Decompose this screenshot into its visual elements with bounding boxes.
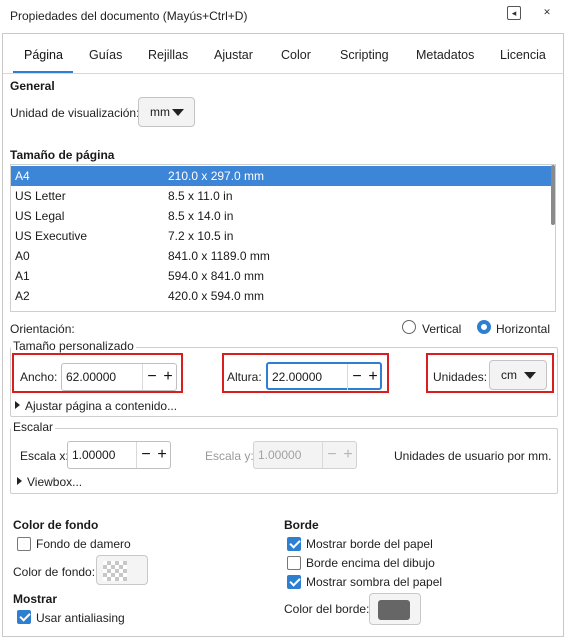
expander-arrow-icon bbox=[15, 401, 20, 409]
user-units-label: Unidades de usuario por mm. bbox=[394, 449, 552, 463]
list-item[interactable]: A2 420.0 x 594.0 mm bbox=[11, 286, 555, 306]
units-value: cm bbox=[501, 368, 517, 382]
chevron-down-icon bbox=[172, 109, 184, 116]
border-color-label: Color del borde: bbox=[284, 602, 370, 616]
vertical-label: Vertical bbox=[422, 322, 462, 336]
tab-licencia[interactable]: Licencia bbox=[500, 48, 546, 62]
list-item[interactable]: A4 210.0 x 297.0 mm bbox=[11, 166, 555, 186]
scale-x-label: Escala x: bbox=[20, 449, 69, 463]
tab-bar: Página Guías Rejillas Ajustar Color Scri… bbox=[3, 34, 563, 74]
tab-scripting[interactable]: Scripting bbox=[340, 48, 389, 62]
border-heading: Borde bbox=[284, 518, 319, 532]
scale-x-increment-button[interactable]: + bbox=[153, 444, 171, 466]
show-shadow-checkbox[interactable] bbox=[287, 575, 301, 589]
chevron-down-icon bbox=[524, 372, 536, 379]
width-label: Ancho: bbox=[20, 370, 58, 384]
active-tab-indicator bbox=[13, 71, 73, 73]
checkerboard-swatch-icon bbox=[103, 561, 127, 581]
bg-color-button[interactable] bbox=[96, 555, 148, 585]
antialias-label: Usar antialiasing bbox=[36, 611, 125, 625]
general-heading: General bbox=[10, 79, 55, 93]
antialias-checkbox[interactable] bbox=[17, 610, 31, 624]
list-item[interactable]: A1 594.0 x 841.0 mm bbox=[11, 266, 555, 286]
border-on-top-label: Borde encima del dibujo bbox=[306, 556, 435, 570]
custom-size-legend: Tamaño personalizado bbox=[11, 339, 136, 353]
close-icon[interactable]: ✕ bbox=[540, 6, 554, 20]
border-color-button[interactable] bbox=[369, 593, 421, 625]
minimize-icon[interactable]: ◂ bbox=[507, 6, 521, 20]
checkerboard-label: Fondo de damero bbox=[36, 537, 131, 551]
units-label: Unidades: bbox=[433, 370, 488, 384]
window-title: Propiedades del documento (Mayús+Ctrl+D) bbox=[10, 9, 248, 23]
list-item[interactable]: US Letter 8.5 x 11.0 in bbox=[11, 186, 555, 206]
height-field[interactable]: 22.00000 − + bbox=[266, 362, 382, 390]
resize-to-content-expander[interactable]: Ajustar página a contenido... bbox=[15, 399, 177, 413]
display-units-label: Unidad de visualización: bbox=[10, 106, 140, 120]
tab-color[interactable]: Color bbox=[281, 48, 311, 62]
viewbox-expander[interactable]: Viewbox... bbox=[17, 475, 82, 489]
tab-pagina[interactable]: Página bbox=[24, 48, 63, 62]
scale-y-field: 1.00000 − + bbox=[253, 441, 357, 469]
page-size-list[interactable]: A4 210.0 x 297.0 mm US Letter 8.5 x 11.0… bbox=[10, 164, 556, 312]
border-color-swatch bbox=[378, 600, 410, 620]
tab-metadatos[interactable]: Metadatos bbox=[416, 48, 474, 62]
list-item[interactable]: US Legal 8.5 x 14.0 in bbox=[11, 206, 555, 226]
show-border-label: Mostrar borde del papel bbox=[306, 537, 433, 551]
document-properties-dialog: Página Guías Rejillas Ajustar Color Scri… bbox=[2, 33, 564, 637]
orientation-label: Orientación: bbox=[10, 322, 75, 336]
list-item[interactable]: A0 841.0 x 1189.0 mm bbox=[11, 246, 555, 266]
width-increment-button[interactable]: + bbox=[159, 366, 177, 388]
expander-arrow-icon bbox=[17, 477, 22, 485]
height-label: Altura: bbox=[227, 370, 262, 384]
list-scrollbar[interactable] bbox=[551, 165, 555, 225]
show-border-checkbox[interactable] bbox=[287, 537, 301, 551]
vertical-radio[interactable] bbox=[402, 320, 416, 334]
scale-legend: Escalar bbox=[11, 420, 56, 434]
height-increment-button[interactable]: + bbox=[364, 366, 382, 388]
page-size-heading: Tamaño de página bbox=[10, 148, 115, 162]
tab-ajustar[interactable]: Ajustar bbox=[214, 48, 253, 62]
display-heading: Mostrar bbox=[13, 592, 58, 606]
horizontal-label: Horizontal bbox=[496, 322, 551, 336]
scale-y-increment-button: + bbox=[343, 446, 353, 463]
tab-rejillas[interactable]: Rejillas bbox=[148, 48, 188, 62]
display-units-dropdown[interactable]: mm bbox=[138, 97, 195, 127]
bg-color-label: Color de fondo: bbox=[13, 565, 96, 579]
scale-y-label: Escala y: bbox=[205, 449, 254, 463]
title-bar: Propiedades del documento (Mayús+Ctrl+D)… bbox=[0, 0, 567, 32]
show-shadow-label: Mostrar sombra del papel bbox=[306, 575, 443, 589]
horizontal-radio[interactable] bbox=[477, 320, 491, 334]
width-field[interactable]: 62.00000 − + bbox=[61, 363, 177, 391]
scale-x-field[interactable]: 1.00000 − + bbox=[67, 441, 171, 469]
units-dropdown[interactable]: cm bbox=[489, 360, 547, 390]
list-item[interactable]: US Executive 7.2 x 10.5 in bbox=[11, 226, 555, 246]
border-on-top-checkbox[interactable] bbox=[287, 556, 301, 570]
background-heading: Color de fondo bbox=[13, 518, 99, 532]
display-units-value: mm bbox=[150, 105, 170, 119]
checkerboard-checkbox[interactable] bbox=[17, 537, 31, 551]
tab-guias[interactable]: Guías bbox=[89, 48, 122, 62]
